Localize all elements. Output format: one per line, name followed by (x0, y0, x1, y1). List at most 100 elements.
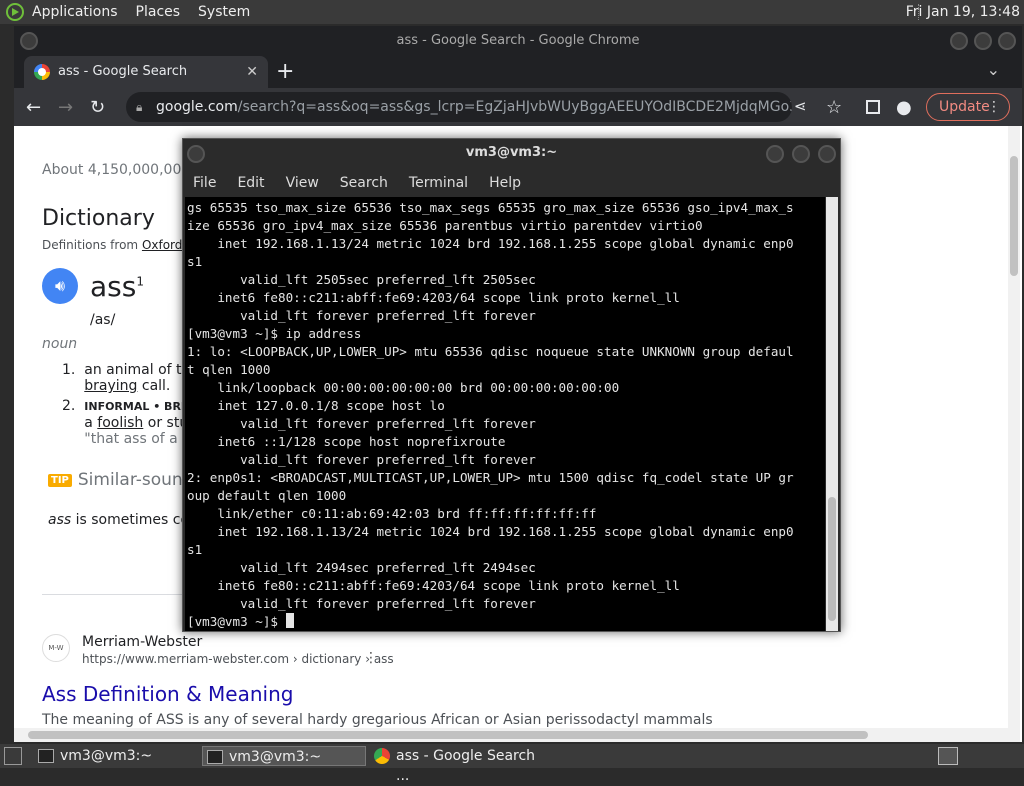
task-terminal-2[interactable]: vm3@vm3:~ (202, 746, 366, 766)
distro-logo-icon[interactable] (6, 3, 24, 21)
def1-rest: call. (137, 378, 171, 394)
terminal-line: 1: lo: <LOOPBACK,UP,LOWER_UP> mtu 65536 … (187, 344, 794, 359)
close-window-button[interactable] (998, 32, 1016, 50)
terminal-prompt[interactable]: [vm3@vm3 ~]$ (187, 613, 823, 631)
terminal-line: inet 192.168.1.13/24 metric 1024 brd 192… (187, 524, 794, 539)
minimize-button[interactable] (950, 32, 968, 50)
system-menu[interactable]: System (198, 4, 250, 20)
google-favicon-icon (34, 64, 50, 80)
menu-file[interactable]: File (193, 175, 216, 191)
clock[interactable]: Fri Jan 19, 13:48 (906, 4, 1020, 20)
result-title-link[interactable]: Ass Definition & Meaning (42, 682, 293, 706)
result-more-icon[interactable]: ⋮ (364, 650, 378, 666)
toolbar: ← → ↻ 🔒︎ google.com/search?q=ass&oq=ass&… (14, 88, 1022, 126)
menu-edit[interactable]: Edit (237, 175, 264, 191)
headword: ass1 (90, 270, 144, 303)
task-label: ass - Google Search ... (396, 748, 536, 784)
task-label: vm3@vm3:~ (60, 748, 153, 764)
terminal-line: inet 127.0.0.1/8 scope host lo (187, 398, 445, 413)
url-host: google.com (156, 99, 238, 115)
result-count: About 4,150,000,000 r (42, 162, 201, 178)
address-bar[interactable]: 🔒︎ google.com/search?q=ass&oq=ass&gs_lcr… (126, 92, 792, 122)
maximize-button[interactable] (792, 145, 810, 163)
close-window-button[interactable] (818, 145, 836, 163)
task-label: vm3@vm3:~ (229, 749, 322, 765)
menu-help[interactable]: Help (489, 175, 521, 191)
part-of-speech: noun (42, 336, 78, 352)
back-arrow-icon[interactable]: ← (26, 97, 41, 118)
result-site-name[interactable]: Merriam-Webster (82, 634, 202, 650)
workspace-switcher[interactable] (938, 747, 958, 765)
profile-icon[interactable]: ● (896, 97, 912, 118)
terminal-line: oup default qlen 1000 (187, 488, 347, 503)
terminal-line: gs 65535 tso_max_size 65536 tso_max_segs… (187, 200, 794, 215)
bookmark-star-icon[interactable]: ☆ (826, 97, 842, 118)
tab-label: ass - Google Search (58, 64, 188, 79)
menu-search[interactable]: Search (340, 175, 388, 191)
minimize-button[interactable] (766, 145, 784, 163)
terminal-line: inet6 fe80::c211:abff:fe69:4203/64 scope… (187, 290, 680, 305)
terminal-line: link/ether c0:11:ab:69:42:03 brd ff:ff:f… (187, 506, 597, 521)
foolish-link[interactable]: foolish (97, 415, 143, 431)
definitions-source: Definitions from Oxford La (42, 238, 200, 252)
chrome-menu-icon[interactable]: ⋮ (987, 94, 1001, 120)
tip-rest: is sometimes con (71, 512, 198, 528)
maximize-button[interactable] (974, 32, 992, 50)
tab-google-search[interactable]: ass - Google Search ✕ (24, 56, 268, 88)
terminal-title: vm3@vm3:~ (465, 145, 558, 160)
scroll-thumb[interactable] (28, 731, 868, 739)
terminal-output[interactable]: gs 65535 tso_max_size 65536 tso_max_segs… (185, 197, 825, 631)
scroll-thumb[interactable] (828, 497, 836, 621)
chrome-icon (374, 748, 390, 764)
terminal-line: link/loopback 00:00:00:00:00:00 brd 00:0… (187, 380, 620, 395)
menu-terminal[interactable]: Terminal (409, 175, 468, 191)
update-button[interactable]: Update ⋮ (926, 93, 1010, 121)
close-tab-icon[interactable]: ✕ (246, 56, 258, 88)
scroll-thumb[interactable] (1010, 156, 1018, 276)
page-horizontal-scrollbar[interactable] (14, 728, 1008, 742)
show-desktop-icon[interactable] (4, 747, 22, 765)
reload-icon[interactable]: ↻ (90, 97, 105, 118)
site-info-icon[interactable]: 🔒︎ (136, 92, 142, 122)
speaker-icon[interactable]: 🔊︎ (42, 268, 78, 304)
text-cursor (285, 613, 294, 628)
tab-search-chevron-icon[interactable]: ⌄ (987, 60, 1000, 79)
headword-sup: 1 (136, 274, 144, 289)
terminal-line: valid_lft forever preferred_lft forever (187, 452, 536, 467)
phonetic: /as/ (90, 312, 116, 328)
tip-heading: Similar-sound (77, 470, 194, 490)
tip-box: TIP Similar-sound (48, 470, 193, 490)
url-path: /search?q=ass&oq=ass&gs_lcrp=EgZjaHJvbWU… (237, 99, 792, 115)
tip-text: ass is sometimes con (48, 512, 198, 528)
dictionary-heading: Dictionary (42, 206, 155, 231)
terminal-line: inet 192.168.1.13/24 metric 1024 brd 192… (187, 236, 794, 251)
chrome-titlebar[interactable]: ass - Google Search - Google Chrome (14, 26, 1022, 56)
terminal-line: s1 (187, 254, 203, 269)
applications-menu[interactable]: Applications (32, 4, 118, 20)
places-menu[interactable]: Places (136, 4, 181, 20)
def2-tag: INFORMAL • BRIT (84, 400, 193, 413)
terminal-line: valid_lft forever preferred_lft forever (187, 416, 536, 431)
terminal-line: inet6 fe80::c211:abff:fe69:4203/64 scope… (187, 578, 680, 593)
new-tab-icon[interactable]: + (276, 59, 294, 84)
page-vertical-scrollbar[interactable] (1008, 126, 1020, 742)
tip-badge: TIP (48, 474, 72, 487)
terminal-line: valid_lft forever preferred_lft forever (187, 308, 536, 323)
def2-prefix: a (84, 415, 98, 431)
terminal-line: [vm3@vm3 ~]$ ip address (187, 326, 362, 341)
window-menu-button[interactable] (187, 145, 205, 163)
side-panel-icon[interactable] (866, 100, 880, 114)
terminal-titlebar[interactable]: vm3@vm3:~ (183, 139, 840, 169)
menu-view[interactable]: View (286, 175, 319, 191)
braying-link[interactable]: braying (84, 378, 137, 394)
task-chrome[interactable]: ass - Google Search ... (370, 746, 540, 784)
headword-text: ass (90, 270, 137, 303)
update-label: Update (939, 99, 990, 115)
result-url[interactable]: https://www.merriam-webster.com › dictio… (82, 652, 394, 666)
definitions-from-label: Definitions from (42, 238, 139, 252)
share-icon[interactable]: ⋖ (794, 97, 807, 115)
terminal-scrollbar[interactable] (826, 197, 838, 631)
task-terminal-1[interactable]: vm3@vm3:~ (34, 746, 194, 766)
forward-arrow-icon[interactable]: → (58, 97, 73, 118)
window-menu-button[interactable] (20, 32, 38, 50)
